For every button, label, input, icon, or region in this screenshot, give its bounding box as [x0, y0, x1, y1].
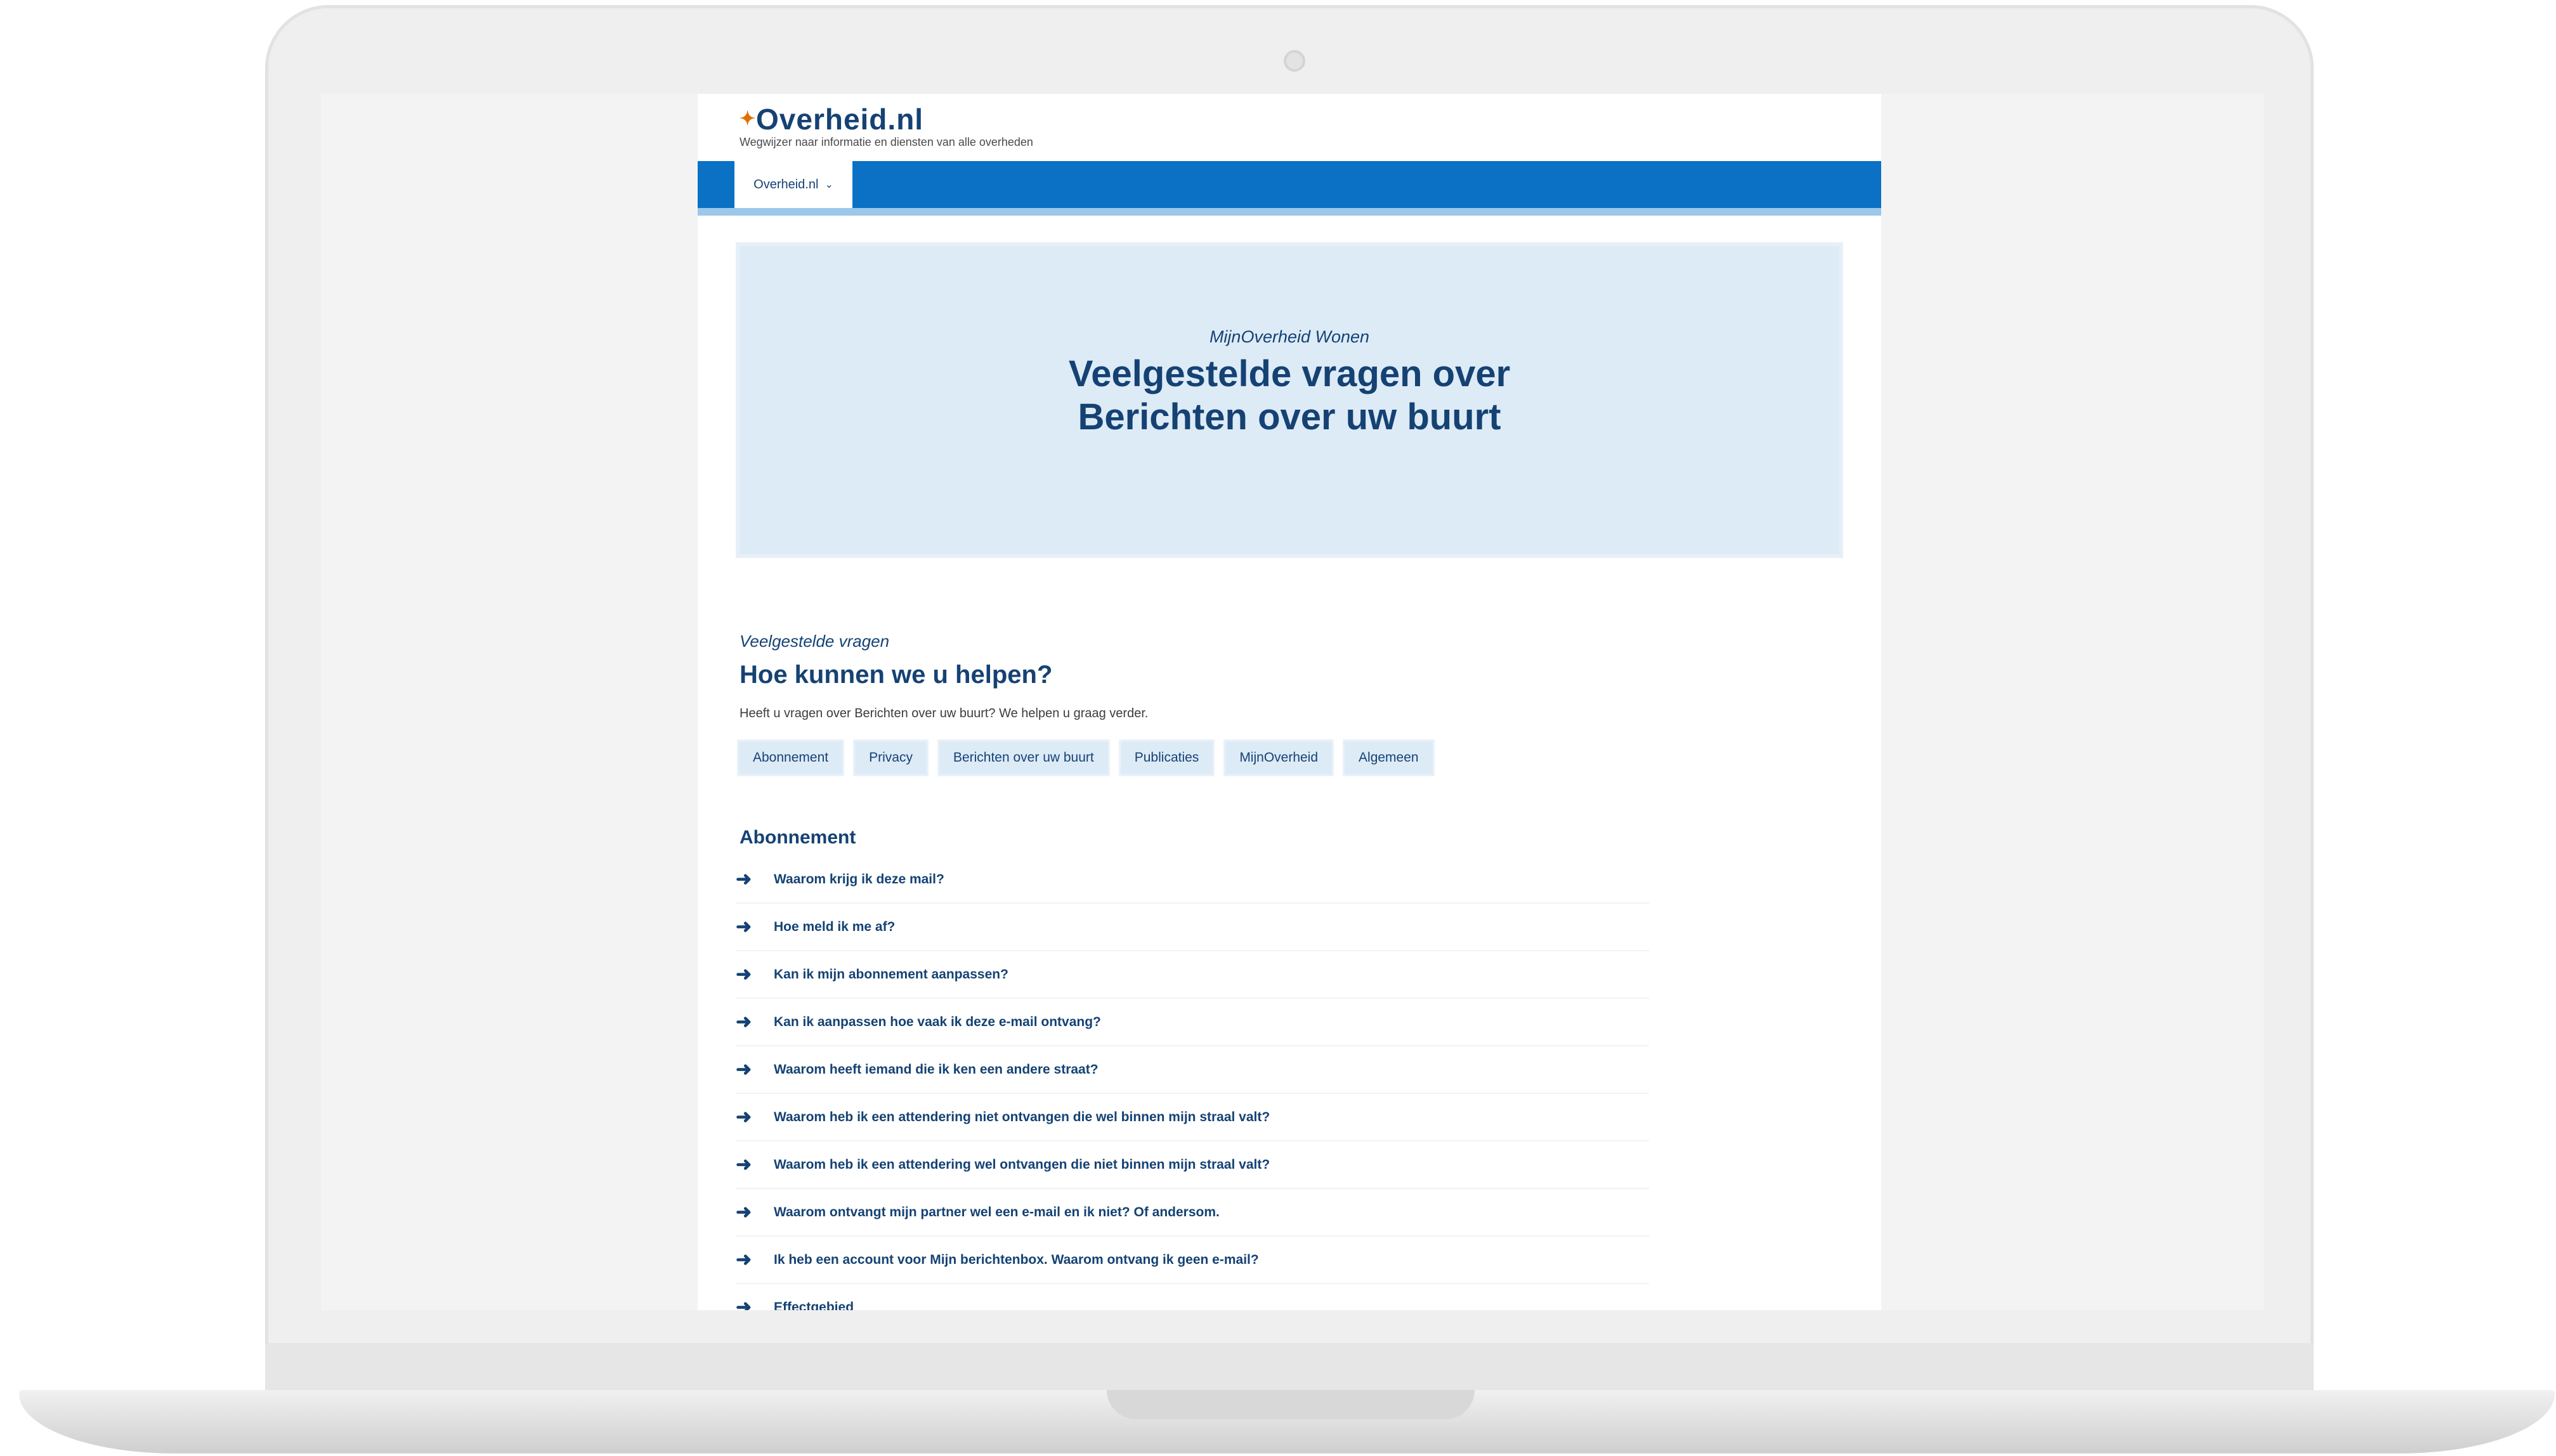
- faq-link[interactable]: ➜ Kan ik mijn abonnement aanpassen?: [736, 951, 1649, 999]
- faq-link[interactable]: ➜ Kan ik aanpassen hoe vaak ik deze e-ma…: [736, 999, 1649, 1046]
- faq-question: Ik heb een account voor Mijn berichtenbo…: [774, 1252, 1259, 1267]
- faq-link[interactable]: ➜ Waarom krijg ik deze mail?: [736, 856, 1649, 904]
- faq-question: Waarom heb ik een attendering wel ontvan…: [774, 1157, 1270, 1172]
- faq-question: Waarom ontvangt mijn partner wel een e-m…: [774, 1204, 1220, 1219]
- tag-berichten[interactable]: Berichten over uw buurt: [937, 739, 1110, 776]
- mockup-stage: ✦ Overheid.nl Wegwijzer naar informatie …: [0, 0, 2556, 1456]
- section-title-abonnement: Abonnement: [740, 827, 856, 848]
- arrow-right-icon: ➜: [736, 1297, 752, 1310]
- tag-mijnoverheid[interactable]: MijnOverheid: [1223, 739, 1334, 776]
- arrow-right-icon: ➜: [736, 1059, 752, 1080]
- faq-link[interactable]: ➜ Effectgebied: [736, 1284, 1649, 1310]
- faq-question: Waarom heeft iemand die ik ken een ander…: [774, 1062, 1099, 1077]
- arrow-right-icon: ➜: [736, 916, 752, 937]
- site-tagline: Wegwijzer naar informatie en diensten va…: [740, 136, 1033, 148]
- site-dropdown-label: Overheid.nl: [753, 177, 819, 192]
- arrow-right-icon: ➜: [736, 964, 752, 985]
- page-title-line1: Veelgestelde vragen over: [1068, 353, 1511, 394]
- faq-question: Hoe meld ik me af?: [774, 919, 896, 934]
- page-title: Veelgestelde vragen over Berichten over …: [740, 353, 1839, 439]
- arrow-right-icon: ➜: [736, 1154, 752, 1175]
- faq-list: ➜ Waarom krijg ik deze mail? ➜ Hoe meld …: [736, 856, 1649, 1310]
- faq-question: Waarom krijg ik deze mail?: [774, 871, 944, 887]
- laptop-screen: ✦ Overheid.nl Wegwijzer naar informatie …: [321, 94, 2264, 1310]
- faq-question: Waarom heb ik een attendering niet ontva…: [774, 1109, 1270, 1124]
- faq-link[interactable]: ➜ Waarom heeft iemand die ik ken een and…: [736, 1046, 1649, 1094]
- faq-category-tags: Abonnement Privacy Berichten over uw buu…: [737, 739, 1435, 776]
- crown-spark-icon: ✦: [740, 108, 756, 129]
- faq-link[interactable]: ➜ Hoe meld ik me af?: [736, 904, 1649, 951]
- tag-privacy[interactable]: Privacy: [853, 739, 929, 776]
- chevron-down-icon: ⌄: [825, 179, 833, 190]
- faq-intro: Heeft u vragen over Berichten over uw bu…: [740, 706, 1149, 720]
- tag-algemeen[interactable]: Algemeen: [1343, 739, 1435, 776]
- faq-link[interactable]: ➜ Waarom heb ik een attendering niet ont…: [736, 1094, 1649, 1141]
- tag-abonnement[interactable]: Abonnement: [737, 739, 845, 776]
- arrow-right-icon: ➜: [736, 1249, 752, 1270]
- site-logo[interactable]: ✦ Overheid.nl: [740, 99, 923, 140]
- faq-title: Hoe kunnen we u helpen?: [740, 661, 1053, 689]
- faq-eyebrow: Veelgestelde vragen: [740, 632, 890, 651]
- main-navbar: Overheid.nl ⌄: [698, 161, 1881, 216]
- laptop-bezel-bottom: [265, 1343, 2314, 1390]
- arrow-right-icon: ➜: [736, 1011, 752, 1032]
- faq-question: Effectgebied: [774, 1299, 854, 1311]
- site-dropdown[interactable]: Overheid.nl ⌄: [734, 161, 852, 208]
- arrow-right-icon: ➜: [736, 869, 752, 890]
- laptop-base-notch: [1107, 1390, 1475, 1419]
- arrow-right-icon: ➜: [736, 1202, 752, 1223]
- camera-icon: [1284, 50, 1305, 72]
- faq-link[interactable]: ➜ Waarom heb ik een attendering wel ontv…: [736, 1141, 1649, 1189]
- faq-question: Kan ik aanpassen hoe vaak ik deze e-mail…: [774, 1014, 1101, 1029]
- tag-publicaties[interactable]: Publicaties: [1118, 739, 1215, 776]
- faq-link[interactable]: ➜ Waarom ontvangt mijn partner wel een e…: [736, 1189, 1649, 1237]
- hero-eyebrow: MijnOverheid Wonen: [1209, 327, 1370, 346]
- hero-banner: MijnOverheid Wonen Veelgestelde vragen o…: [736, 242, 1843, 558]
- arrow-right-icon: ➜: [736, 1107, 752, 1128]
- faq-question: Kan ik mijn abonnement aanpassen?: [774, 966, 1008, 982]
- faq-link[interactable]: ➜ Ik heb een account voor Mijn berichten…: [736, 1237, 1649, 1284]
- page-title-line2: Berichten over uw buurt: [1078, 396, 1501, 438]
- webpage: ✦ Overheid.nl Wegwijzer naar informatie …: [698, 94, 1881, 1310]
- logo-text: Overheid.nl: [756, 103, 924, 136]
